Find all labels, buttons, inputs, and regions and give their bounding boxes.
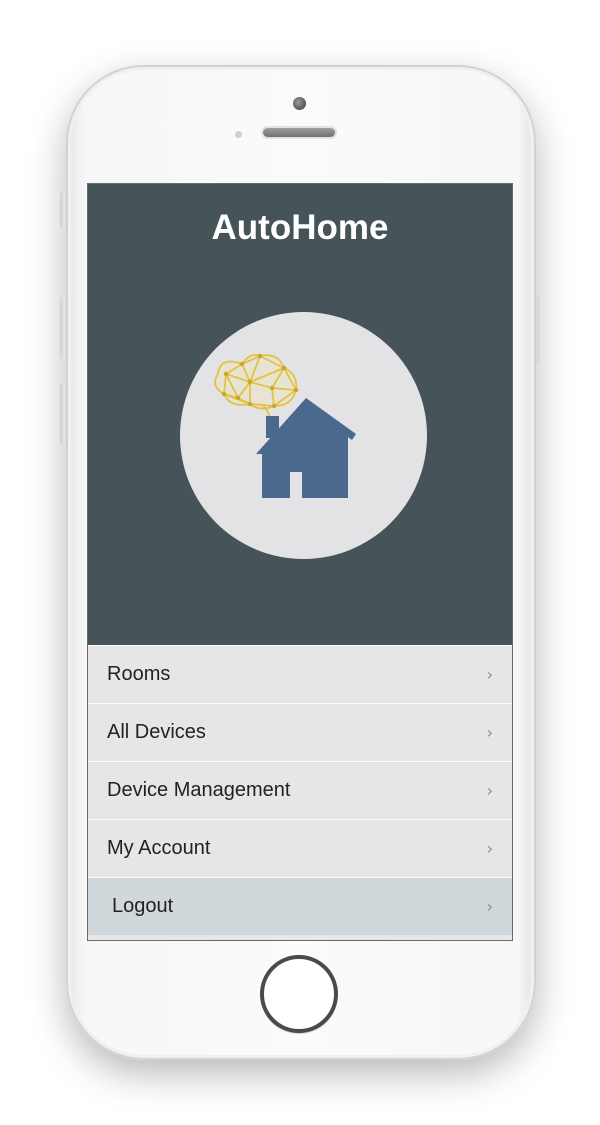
menu-item-rooms[interactable]: Rooms › [88, 645, 512, 703]
menu-item-label: Rooms [107, 663, 171, 685]
menu-item-device-management[interactable]: Device Management › [88, 761, 512, 819]
menu-item-logout[interactable]: Logout › [88, 877, 512, 935]
front-camera [293, 97, 306, 110]
chevron-right-icon: › [486, 723, 493, 742]
menu-item-label: Device Management [107, 779, 291, 801]
brain-icon [214, 354, 298, 419]
chevron-right-icon: › [486, 897, 493, 916]
app-screen: AutoHome Rooms › All Devices › Device Ma… [87, 183, 513, 941]
chevron-right-icon: › [486, 665, 493, 684]
menu-item-label: All Devices [107, 721, 206, 743]
logo-circle [180, 312, 427, 559]
app-header: AutoHome [88, 184, 512, 645]
menu-item-my-account[interactable]: My Account › [88, 819, 512, 877]
main-menu: Rooms › All Devices › Device Management … [88, 645, 512, 935]
app-title: AutoHome [211, 208, 389, 247]
home-button[interactable] [260, 955, 338, 1033]
menu-item-label: Logout [112, 895, 174, 917]
power-button [537, 297, 542, 363]
brain-house-logo-icon [214, 353, 356, 498]
menu-item-label: My Account [107, 837, 211, 859]
earpiece-speaker [263, 128, 335, 137]
menu-item-all-devices[interactable]: All Devices › [88, 703, 512, 761]
chevron-right-icon: › [486, 839, 493, 858]
house-icon [256, 398, 356, 498]
volume-up-button [60, 297, 65, 359]
volume-down-button [60, 383, 65, 445]
chevron-right-icon: › [486, 781, 493, 800]
proximity-sensor [235, 131, 242, 138]
mute-switch [60, 192, 65, 228]
